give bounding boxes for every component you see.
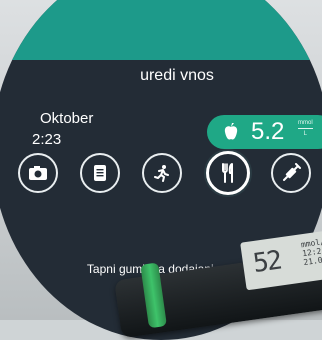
activity-button[interactable] bbox=[142, 153, 182, 193]
meal-button[interactable] bbox=[206, 151, 250, 195]
camera-button[interactable] bbox=[18, 153, 58, 193]
note-icon bbox=[94, 165, 106, 181]
glucose-unit: mmol L bbox=[298, 119, 313, 138]
unit-numerator: mmol bbox=[298, 120, 313, 126]
camera-icon bbox=[29, 166, 47, 180]
meter-display-details: mmol/ 12:2 21.0 bbox=[300, 237, 322, 267]
unit-denominator: L bbox=[303, 131, 307, 137]
apple-icon bbox=[224, 123, 238, 140]
insulin-button[interactable] bbox=[271, 153, 311, 193]
fork-knife-icon bbox=[222, 163, 233, 183]
glucose-value: 5.2 bbox=[251, 118, 285, 145]
syringe-icon bbox=[283, 163, 301, 181]
entry-date: Oktober bbox=[40, 110, 94, 127]
meter-display-value: 52 bbox=[251, 245, 283, 280]
header-banner bbox=[0, 0, 322, 60]
meter-date: 21.0 bbox=[302, 255, 322, 268]
glucose-badge[interactable]: 5.2 mmol L bbox=[207, 115, 322, 149]
page-title: uredi vnos bbox=[140, 67, 214, 84]
entry-time: 2:23 bbox=[32, 131, 62, 148]
meter-display: 52 mmol/ 12:2 21.0 bbox=[240, 229, 322, 291]
running-icon bbox=[154, 165, 169, 182]
note-button[interactable] bbox=[80, 153, 120, 193]
